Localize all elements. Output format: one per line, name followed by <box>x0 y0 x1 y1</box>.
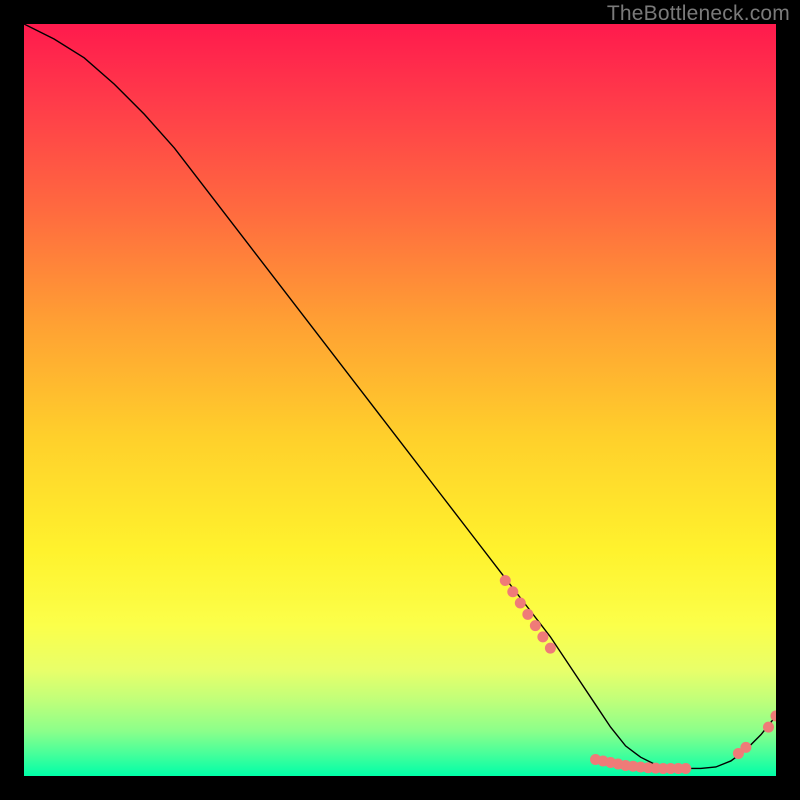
data-marker <box>507 586 518 597</box>
data-marker <box>522 609 533 620</box>
data-marker <box>515 598 526 609</box>
marker-group <box>500 575 776 774</box>
data-marker <box>680 763 691 774</box>
bottleneck-curve <box>24 24 776 768</box>
watermark-text: TheBottleneck.com <box>607 2 790 26</box>
data-marker <box>530 620 541 631</box>
chart-frame: TheBottleneck.com <box>0 0 800 800</box>
chart-svg <box>24 24 776 776</box>
data-marker <box>763 722 774 733</box>
plot-area <box>24 24 776 776</box>
data-marker <box>537 631 548 642</box>
data-marker <box>500 575 511 586</box>
data-marker <box>740 742 751 753</box>
data-marker <box>545 643 556 654</box>
data-marker <box>771 710 777 721</box>
